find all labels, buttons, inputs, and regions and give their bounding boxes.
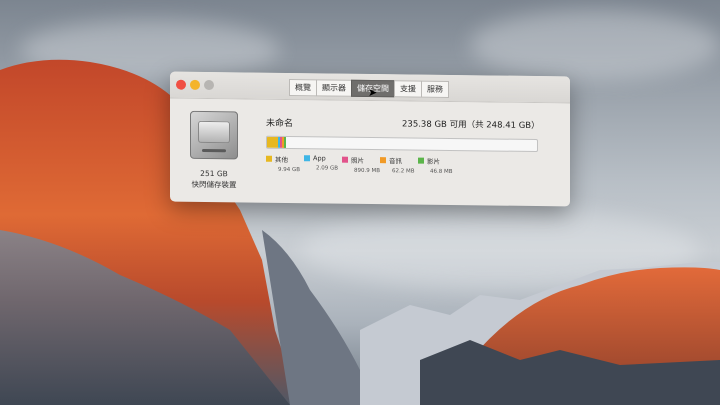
storage-legend: 其他 9.94 GB App 2.09 GB 照片 890.9 MB 音訊 62.2 MB 影片… [266, 154, 456, 175]
legend-size: 9.94 GB [278, 166, 301, 174]
legend-item: 其他 9.94 GB [266, 154, 304, 173]
legend-size: 62.2 MB [392, 168, 415, 175]
legend-swatch [304, 155, 310, 162]
storage-pane: 251 GB 快閃儲存裝置 未命名 235.38 GB 可用（共 248.41 … [170, 99, 570, 208]
legend-item: 音訊 62.2 MB [380, 155, 418, 175]
legend-swatch [342, 156, 348, 163]
hard-drive-icon [190, 110, 238, 160]
legend-label: 影片 [427, 157, 440, 166]
legend-label: 其他 [275, 155, 288, 164]
usage-segment-4 [284, 136, 287, 148]
available-space: 235.38 GB 可用（共 248.41 GB） [402, 119, 540, 132]
legend-swatch [266, 155, 272, 162]
usage-segment-0 [267, 136, 278, 148]
legend-swatch [380, 157, 386, 164]
legend-size: 890.9 MB [354, 167, 381, 175]
legend-size: 2.09 GB [316, 165, 339, 172]
tab-service[interactable]: 服務 [421, 80, 449, 98]
mouse-pointer-icon: ➤ [368, 85, 378, 100]
close-button[interactable] [176, 79, 186, 90]
tab-overview[interactable]: 概覽 [289, 79, 317, 97]
drive-type: 快閃儲存裝置 [191, 179, 237, 190]
legend-label: 音訊 [389, 157, 402, 166]
legend-label: 照片 [351, 156, 364, 165]
minimize-button[interactable] [190, 79, 200, 90]
about-this-mac-window: 概覽 顯示器 儲存空間 支援 服務 ➤ 251 GB 快閃儲存裝置 未命名 23… [170, 71, 570, 208]
legend-label: App [313, 154, 326, 163]
legend-size: 46.8 MB [430, 168, 453, 176]
drive-capacity: 251 GB [200, 168, 228, 179]
volume-name: 未命名 [266, 118, 294, 130]
storage-usage-bar [266, 135, 538, 153]
legend-item: 照片 890.9 MB [342, 155, 380, 174]
legend-swatch [418, 157, 424, 164]
legend-item: 影片 46.8 MB [418, 156, 456, 175]
legend-item: App 2.09 GB [304, 154, 342, 173]
tab-support[interactable]: 支援 [394, 80, 422, 98]
zoom-button[interactable] [204, 79, 214, 91]
tab-displays[interactable]: 顯示器 [316, 79, 352, 97]
